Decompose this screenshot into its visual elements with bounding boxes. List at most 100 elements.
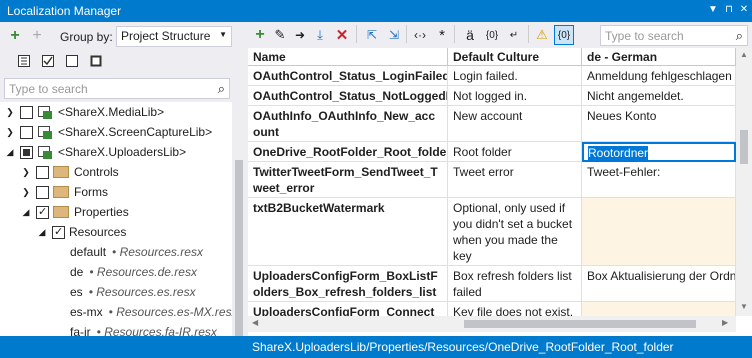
grid-horizontal-scrollbar[interactable]: ◀ ▶ xyxy=(248,316,736,332)
expand-icon[interactable]: ❯ xyxy=(20,167,32,178)
tree-node[interactable]: ❯ Controls xyxy=(20,162,118,182)
add-child-icon[interactable]: + xyxy=(27,26,47,46)
expand-icon[interactable]: ❯ xyxy=(4,107,16,118)
tree-node[interactable]: ❯ <ShareX.ScreenCaptureLib> xyxy=(4,122,212,142)
expand-icon[interactable]: ❯ xyxy=(4,127,16,138)
check-all-icon[interactable] xyxy=(38,51,58,71)
cell-translation[interactable]: Neues Konto xyxy=(582,106,736,142)
cell-default[interactable]: Box refresh folders list failed xyxy=(448,266,582,302)
status-bar: ShareX.UploadersLib/Properties/Resources… xyxy=(248,336,752,358)
tree-node[interactable]: ◢ Properties xyxy=(20,202,129,222)
warning-icon[interactable]: ⚠ xyxy=(532,25,552,45)
scrollbar-thumb[interactable] xyxy=(235,160,243,340)
collapse-node-icon[interactable]: ◢ xyxy=(20,207,32,218)
cell-name[interactable]: txtB2BucketWatermark xyxy=(248,198,448,266)
cell-name[interactable]: UploadersConfigForm_ConnectSFTPAccount_K… xyxy=(248,302,448,316)
move-right-icon[interactable]: ➜ xyxy=(290,25,310,45)
group-by-select[interactable]: Project Structure ▼ xyxy=(116,26,232,47)
add-icon[interactable]: + xyxy=(5,26,25,46)
collapse-node-icon[interactable]: ◢ xyxy=(36,227,48,238)
tree-node[interactable]: ❯ Forms xyxy=(20,182,108,202)
close-icon[interactable]: ✕ xyxy=(737,3,751,17)
uncheck-all-icon[interactable] xyxy=(62,51,82,71)
node-checkbox[interactable] xyxy=(20,145,33,159)
cell-default[interactable]: Optional, only used if you didn't set a … xyxy=(448,198,582,266)
cell-translation[interactable]: Tweet-Fehler: xyxy=(582,162,736,198)
expand-all-icon[interactable] xyxy=(14,51,34,71)
cell-name[interactable]: OAuthControl_Status_NotLoggedIn xyxy=(248,86,448,106)
download-icon[interactable]: ⤓ xyxy=(310,25,330,45)
dropdown-icon[interactable]: ▼ xyxy=(706,3,720,17)
tree-node[interactable]: ❯ <ShareX.MediaLib> xyxy=(4,102,164,122)
node-checkbox[interactable] xyxy=(20,105,33,119)
folder-icon xyxy=(53,186,69,198)
cell-translation[interactable]: Anmeldung fehlgeschlagen xyxy=(582,66,736,86)
node-checkbox[interactable] xyxy=(36,165,49,179)
grid-search-input[interactable]: Type to search ⌕ xyxy=(600,25,748,46)
node-checkbox[interactable] xyxy=(20,125,33,139)
culture-name: default xyxy=(70,245,107,259)
tree-node-resource[interactable]: es • Resources.es.resx xyxy=(70,282,196,302)
column-header-de[interactable]: de - German xyxy=(582,48,736,66)
placeholder-check-icon[interactable]: {0} xyxy=(554,25,574,45)
search-icon[interactable]: ⌕ xyxy=(736,28,743,44)
scroll-up-icon[interactable]: ▲ xyxy=(736,50,752,64)
tree-node-resource[interactable]: default • Resources.resx xyxy=(70,242,203,262)
resource-file: • Resources.de.resx xyxy=(89,265,197,279)
grid-vertical-scrollbar[interactable]: ▲ ▼ xyxy=(736,48,752,316)
tree-scrollbar[interactable] xyxy=(232,102,246,358)
format-string-icon[interactable]: {0} xyxy=(482,25,502,45)
node-checkbox[interactable] xyxy=(36,185,49,199)
cell-translation[interactable]: Nicht angemeldet. xyxy=(582,86,736,106)
edit-icon[interactable]: ✎ xyxy=(270,25,290,45)
cell-name[interactable]: OAuthInfo_OAuthInfo_New_account xyxy=(248,106,448,142)
diacritics-icon[interactable]: ä xyxy=(460,25,480,45)
cell-default[interactable]: Login failed. xyxy=(448,66,582,86)
cell-name[interactable]: OneDrive_RootFolder_Root_folder xyxy=(248,142,448,162)
collapse-icon[interactable] xyxy=(86,51,106,71)
cell-translation[interactable]: Box Aktualisierung der Ordn xyxy=(582,266,736,302)
tree-node[interactable]: ◢ <ShareX.UploadersLib> xyxy=(4,142,186,162)
add-icon[interactable]: + xyxy=(250,25,270,45)
cell-default[interactable]: Root folder xyxy=(448,142,582,162)
cell-default[interactable]: Not logged in. xyxy=(448,86,582,106)
cell-translation-editing[interactable]: Rootordner xyxy=(582,142,736,162)
tree-search-input[interactable]: Type to search ⌕ xyxy=(4,78,230,99)
cell-default[interactable]: Key file does not exist. xyxy=(448,302,582,316)
import-icon[interactable]: ⇲ xyxy=(384,25,404,45)
cell-default[interactable]: Tweet error xyxy=(448,162,582,198)
tree-node-resource[interactable]: de • Resources.de.resx xyxy=(70,262,197,282)
search-icon[interactable]: ⌕ xyxy=(218,81,225,97)
scroll-down-icon[interactable]: ▼ xyxy=(736,302,752,316)
cell-translation-missing[interactable] xyxy=(582,198,736,266)
resource-grid: Name Default Culture de - German OAuthCo… xyxy=(248,48,736,316)
left-pane: + + Group by: Project Structure ▼ Type t xyxy=(0,22,246,358)
cell-name[interactable]: TwitterTweetForm_SendTweet_Tweet_error xyxy=(248,162,448,198)
collapse-node-icon[interactable]: ◢ xyxy=(4,147,16,158)
open-external-icon[interactable]: ⇱ xyxy=(362,25,382,45)
node-label: Properties xyxy=(74,205,129,219)
node-checkbox[interactable] xyxy=(36,205,49,219)
wildcard-icon[interactable]: * xyxy=(432,25,452,45)
tree-node-resource[interactable]: es-mx • Resources.es-MX.resx xyxy=(70,302,232,322)
delete-icon[interactable]: ✕ xyxy=(332,25,352,45)
pin-icon[interactable]: ⊓ xyxy=(722,3,736,17)
scroll-right-icon[interactable]: ▶ xyxy=(722,318,728,327)
column-header-name[interactable]: Name xyxy=(248,48,448,66)
cell-default[interactable]: New account xyxy=(448,106,582,142)
selected-text[interactable]: Rootordner xyxy=(588,146,649,160)
scroll-left-icon[interactable]: ◀ xyxy=(252,318,258,327)
tree-node[interactable]: ◢ Resources xyxy=(36,222,127,242)
cell-name[interactable]: OAuthControl_Status_LoginFailed xyxy=(248,66,448,86)
line-break-icon[interactable]: ↵ xyxy=(504,25,524,45)
code-icon[interactable]: ‹·› xyxy=(410,25,430,45)
expand-icon[interactable]: ❯ xyxy=(20,187,32,198)
tree-toolbar xyxy=(0,50,246,72)
column-header-default[interactable]: Default Culture xyxy=(448,48,582,66)
cell-name[interactable]: UploadersConfigForm_BoxListFolders_Box_r… xyxy=(248,266,448,302)
cell-translation-missing[interactable] xyxy=(582,302,736,316)
resource-file-name: Resources.es.resx xyxy=(96,285,196,299)
scrollbar-thumb[interactable] xyxy=(740,130,748,164)
scrollbar-thumb[interactable] xyxy=(464,320,696,328)
node-checkbox[interactable] xyxy=(52,225,65,239)
